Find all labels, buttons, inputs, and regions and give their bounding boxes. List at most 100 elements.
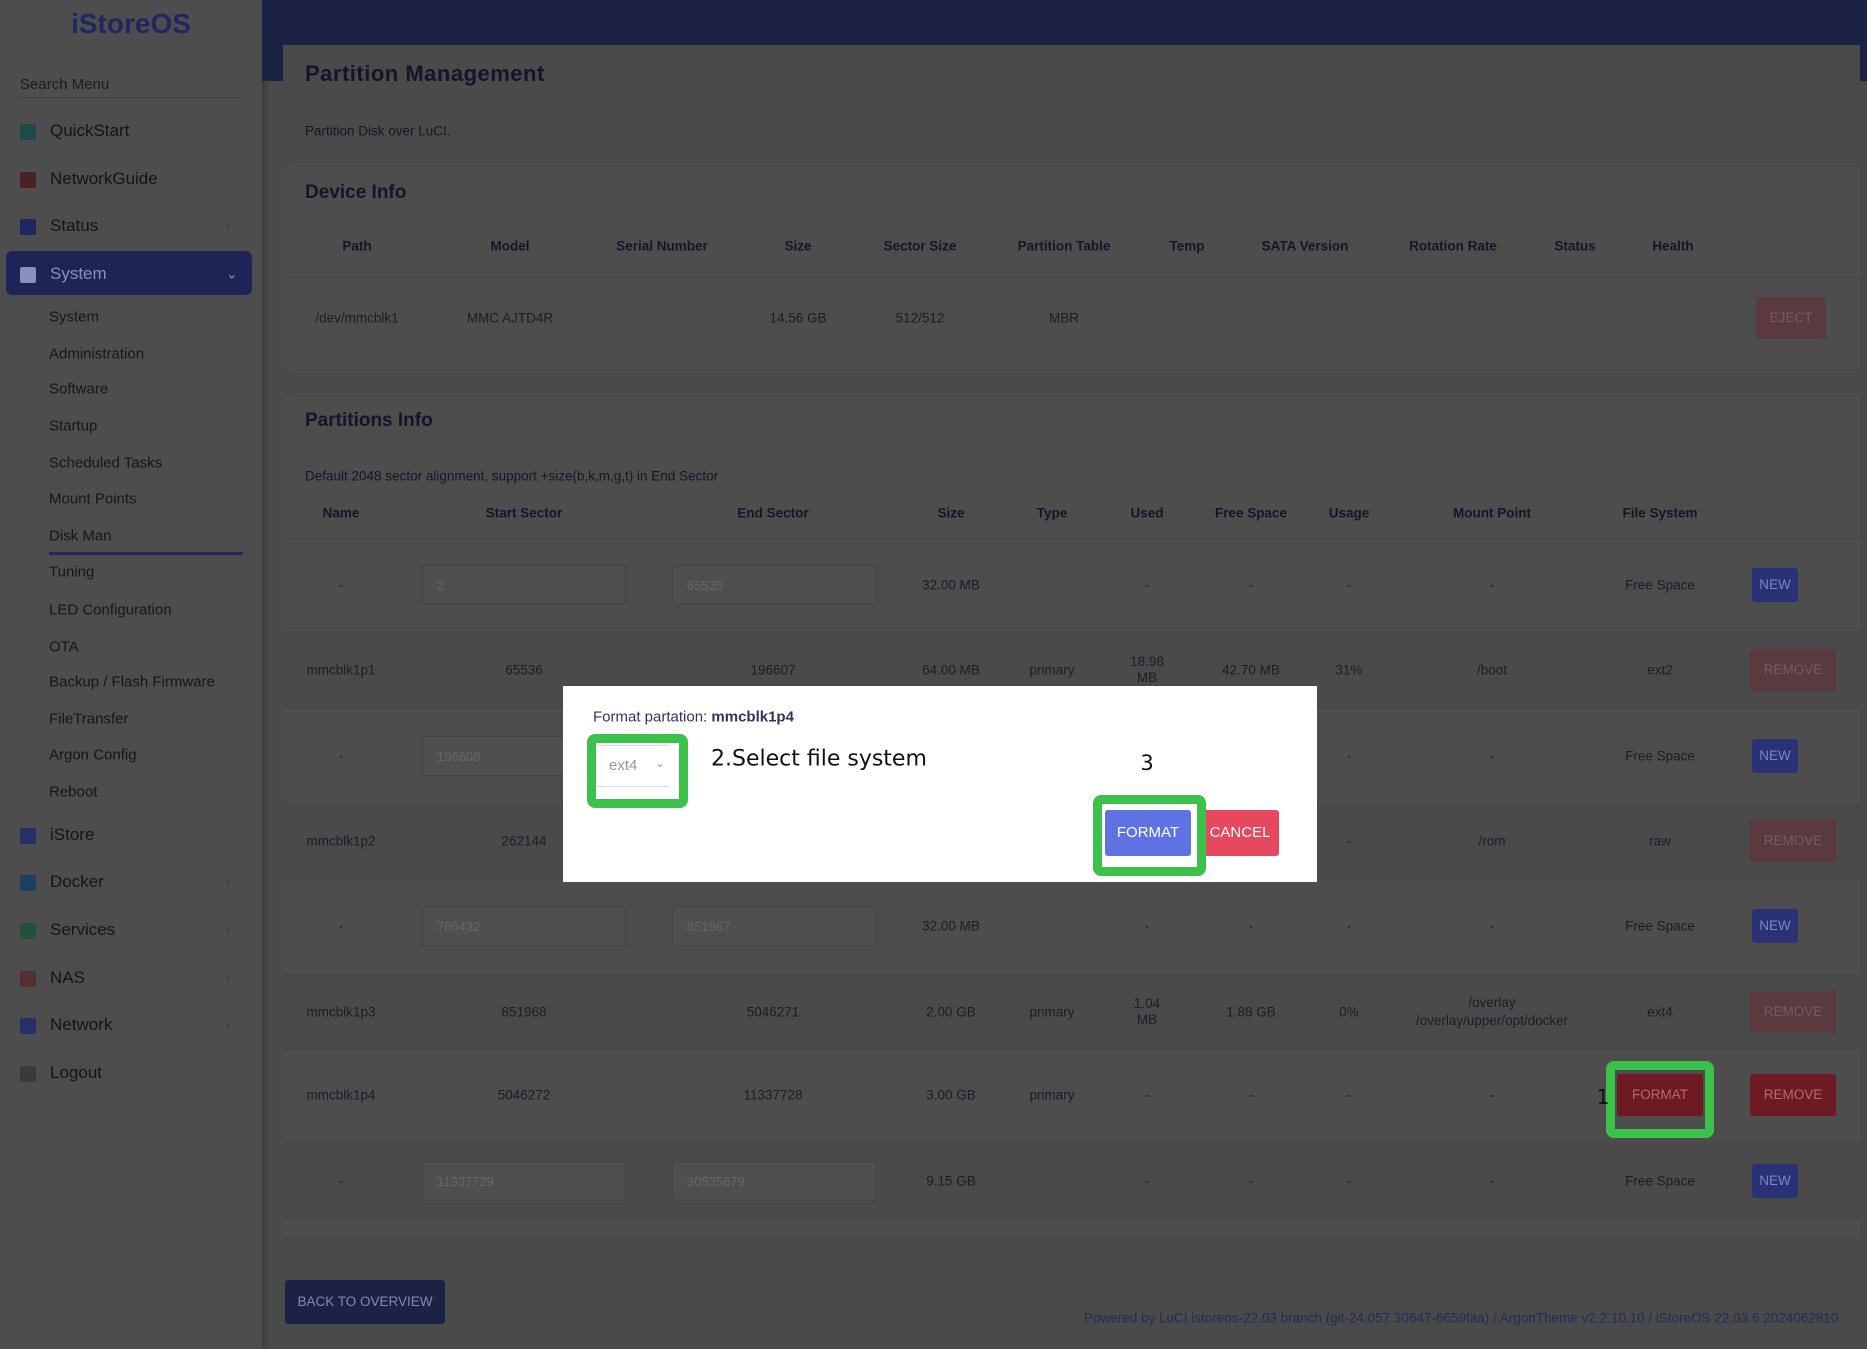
highlight-format-row [1606,1061,1714,1138]
sidebar-item-label: Docker [50,872,104,891]
partition-cell-usage: - [1346,1087,1352,1103]
device-header-cell: Sector Size [883,238,957,254]
quickstart-icon [20,123,36,140]
new-partition-button[interactable]: NEW [1752,568,1798,602]
partition-header-cell: Start Sector [485,505,563,521]
chevron-right-icon: › [226,1017,231,1033]
sidebar-item-label: QuickStart [50,121,130,140]
sidebar-item-networkguide[interactable]: NetworkGuide [20,169,158,189]
cancel-button[interactable]: CANCEL [1201,810,1279,856]
partition-cell-name: mmcblk1p1 [306,662,376,678]
divider [286,277,1860,278]
sidebar-item-nas[interactable]: NAS › [20,968,231,988]
new-partition-button[interactable]: NEW [1752,909,1798,943]
page-title: Partition Management [305,61,545,86]
chevron-right-icon: › [226,922,231,938]
start-sector-input[interactable]: 11337729 [422,1161,626,1201]
device-header-cell: Status [1554,238,1596,254]
partition-cell-name: mmcblk1p3 [306,1004,376,1020]
sidebar-item-label: NAS [50,968,85,987]
sidebar-subitem-software[interactable]: Software [49,381,108,398]
sidebar-item-label: Logout [50,1063,102,1082]
sidebar-subitem-argon-config[interactable]: Argon Config [49,747,137,764]
partition-cell-usage: 0% [1339,1004,1359,1020]
sidebar-item-docker[interactable]: Docker › [20,872,231,892]
partition-cell-name: - [338,1173,344,1189]
sidebar-subitem-backup-flash-firmware[interactable]: Backup / Flash Firmware [49,674,215,691]
sidebar-item-quickstart[interactable]: QuickStart [20,121,129,141]
nas-icon [20,970,36,987]
end-sector-input[interactable]: 65535 [672,565,876,605]
chevron-right-icon: › [226,970,231,986]
new-partition-button[interactable]: NEW [1752,739,1798,773]
sidebar-subitem-reboot[interactable]: Reboot [49,784,97,801]
new-partition-button[interactable]: NEW [1752,1164,1798,1198]
partition-cell-name: - [338,748,344,764]
partition-cell-type: primary [1029,1004,1075,1020]
footer-text: Powered by LuCI istoreos-22.03 branch (g… [1084,1310,1839,1326]
sidebar-subitem-scheduled-tasks[interactable]: Scheduled Tasks [49,455,162,472]
sidebar-item-network[interactable]: Network › [20,1015,231,1035]
partition-name: mmcblk1p4 [711,708,794,726]
sidebar-item-system[interactable]: System ⌄ [20,264,238,284]
gear-icon [20,266,36,283]
store-icon [20,827,36,844]
partition-cell-free: 42.70 MB [1222,662,1280,678]
sidebar-subitem-administration[interactable]: Administration [49,346,144,363]
partition-cell-fs: Free Space [1625,577,1695,593]
device-cell: MBR [1049,310,1079,326]
end-sector-input[interactable]: 30535679 [672,1161,876,1201]
sidebar-subitem-filetransfer[interactable]: FileTransfer [49,711,128,728]
partition-cell-fs: Free Space [1625,748,1695,764]
partition-header-cell: End Sector [737,505,809,521]
sidebar-subitem-tuning[interactable]: Tuning [49,564,94,581]
partition-cell-free: - [1248,1087,1254,1103]
remove-partition-button[interactable]: REMOVE [1750,991,1836,1033]
sidebar-subitem-startup[interactable]: Startup [49,418,97,435]
sidebar-subitem-led-configuration[interactable]: LED Configuration [49,602,172,619]
partition-cell-usage: - [1346,1173,1352,1189]
annotation-step-1: 1 [1596,1085,1610,1109]
start-sector-input[interactable]: 2 [422,565,626,605]
partitions-note: Default 2048 sector alignment, support +… [305,468,719,484]
partition-cell-start: 262144 [501,833,547,849]
sidebar-subitem-disk-man[interactable]: Disk Man [49,528,112,545]
partitions-info-heading: Partitions Info [305,410,433,431]
sidebar-item-logout[interactable]: Logout [20,1063,102,1083]
eject-button[interactable]: EJECT [1756,297,1826,339]
partition-cell-used: - [1144,1087,1150,1103]
device-header-cell: Model [490,238,530,254]
partition-cell-size: 32.00 MB [922,918,980,934]
sidebar-subitem-mount-points[interactable]: Mount Points [49,491,137,508]
partition-cell-name: - [338,577,344,593]
sidebar-item-istore[interactable]: iStore [20,825,94,845]
sidebar-item-services[interactable]: Services › [20,920,231,940]
remove-partition-button[interactable]: REMOVE [1750,649,1836,691]
partition-cell-free: - [1248,1173,1254,1189]
partition-cell-mount: /overlay /overlay/upper/opt/docker [1415,995,1569,1028]
sidebar-item-status[interactable]: Status › [20,216,231,236]
back-to-overview-button[interactable]: BACK TO OVERVIEW [285,1280,445,1324]
device-header-cell: Rotation Rate [1409,238,1497,254]
partition-cell-fs: Free Space [1625,1173,1695,1189]
remove-partition-button[interactable]: REMOVE [1750,1074,1836,1116]
partition-cell-end: 196607 [750,662,796,678]
device-cell: MMC AJTD4R [466,310,554,326]
remove-partition-button[interactable]: REMOVE [1750,820,1836,862]
sidebar-subitem-system[interactable]: System [49,309,99,326]
device-header-cell: Path [342,238,372,254]
globe-icon [20,171,36,188]
partition-cell-size: 64.00 MB [922,662,980,678]
partition-cell-free: - [1248,577,1254,593]
sidebar-subitem-ota[interactable]: OTA [49,639,79,656]
search-menu-input[interactable]: Search Menu [20,70,240,98]
partition-cell-mount: /boot [1476,662,1508,678]
sidebar: iStoreOS Search Menu QuickStart NetworkGu… [0,0,262,1349]
partition-cell-size: 9.15 GB [926,1173,976,1189]
end-sector-input[interactable]: 851967 [672,906,876,946]
start-sector-input[interactable]: 786432 [422,906,626,946]
partition-cell-used: 18.98 MB [1130,654,1164,685]
partition-cell-used: - [1144,1173,1150,1189]
partition-cell-free: 1.88 GB [1226,1004,1276,1020]
chevron-right-icon: › [226,218,231,234]
